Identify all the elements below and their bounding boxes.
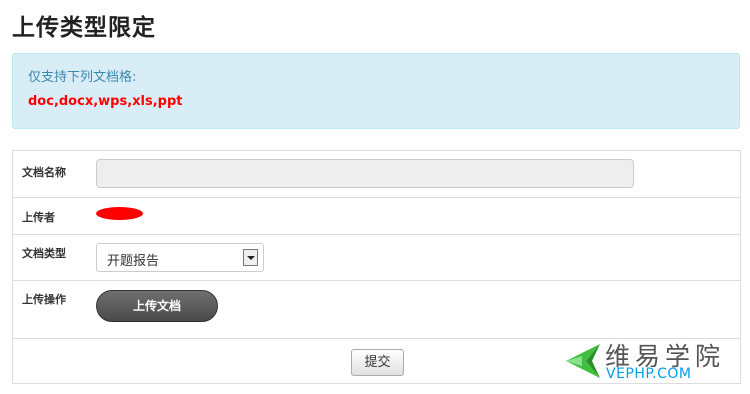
page-title: 上传类型限定 [12, 15, 156, 41]
upload-action-label: 上传操作 [22, 293, 66, 306]
watermark: 维易学院 VEPHP.COM [560, 338, 740, 386]
doc-name-label: 文档名称 [22, 166, 66, 179]
chevron-down-icon[interactable] [243, 249, 258, 266]
row-uploader: 上传者 [13, 198, 740, 235]
doc-type-select[interactable]: 开题报告 [96, 243, 264, 272]
allowed-types: doc,docx,wps,xls,ppt [28, 94, 183, 109]
watermark-brand-en: VEPHP.COM [606, 366, 692, 382]
row-doc-name: 文档名称 [13, 151, 740, 198]
uploader-redacted-value [96, 207, 143, 220]
vephp-logo-icon [566, 344, 600, 378]
upload-document-button[interactable]: 上传文档 [96, 290, 218, 322]
submit-button[interactable]: 提交 [351, 349, 404, 376]
doc-type-label: 文档类型 [22, 247, 66, 260]
doc-name-input[interactable] [96, 159, 634, 188]
row-doc-type: 文档类型 开题报告 [13, 235, 740, 281]
doc-type-selected-value: 开题报告 [107, 254, 160, 269]
row-upload-action: 上传操作 上传文档 [13, 281, 740, 339]
info-label: 仅支持下列文档格: [28, 70, 137, 85]
uploader-label: 上传者 [22, 211, 55, 224]
info-alert: 仅支持下列文档格: doc,docx,wps,xls,ppt [12, 53, 740, 129]
